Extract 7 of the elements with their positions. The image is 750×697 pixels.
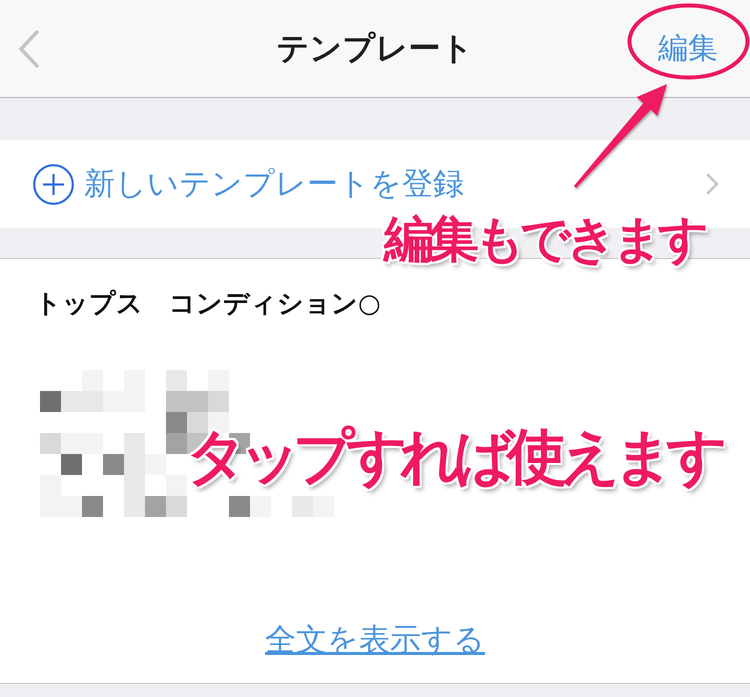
show-full-text-link[interactable]: 全文を表示する: [265, 622, 485, 660]
nav-title: テンプレート: [276, 28, 474, 68]
annotation-text: タップすれば使えます: [186, 424, 720, 490]
back-icon[interactable]: [18, 30, 40, 68]
chevron-right-icon: [706, 173, 719, 195]
template-title: トップス コンディション○: [35, 289, 381, 320]
plus-circle-icon: [33, 164, 74, 204]
